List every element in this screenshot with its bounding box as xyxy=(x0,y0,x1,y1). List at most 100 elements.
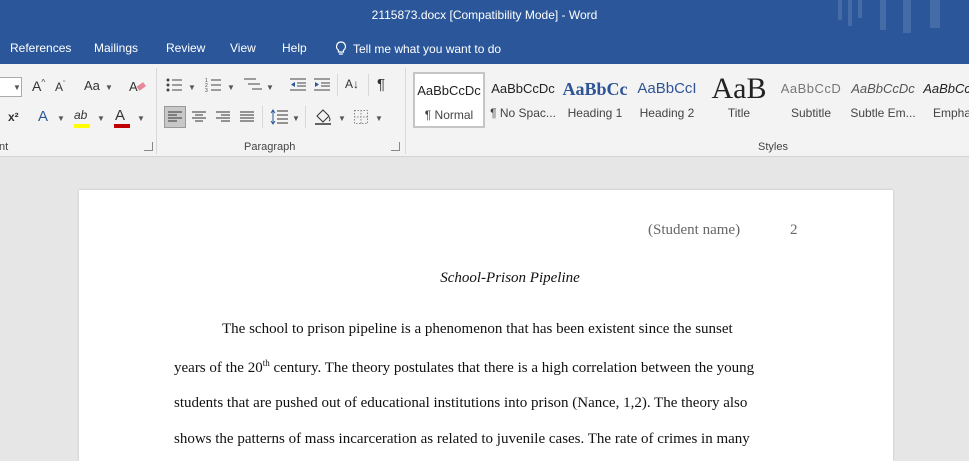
style-title[interactable]: AaB Title xyxy=(703,72,775,128)
tab-references[interactable]: References xyxy=(10,41,71,55)
chevron-down-icon: ▼ xyxy=(137,114,145,123)
svg-text:3: 3 xyxy=(205,88,208,92)
align-left-button[interactable] xyxy=(164,106,186,128)
tab-help[interactable]: Help xyxy=(282,41,307,55)
multilevel-list-icon[interactable] xyxy=(244,77,262,92)
font-group-label: nt xyxy=(0,141,9,153)
document-page[interactable]: (Student name) 2 School-Prison Pipeline … xyxy=(79,190,893,461)
align-left-icon xyxy=(168,111,182,122)
tab-review[interactable]: Review xyxy=(166,41,205,55)
styles-gallery: AaBbCcDc ¶ Normal AaBbCcDc ¶ No Spac... … xyxy=(413,70,969,136)
font-size-box[interactable]: ▼ xyxy=(0,77,22,97)
style-emphasis[interactable]: AaBbCcDc Emphas xyxy=(919,72,969,128)
shading-icon[interactable] xyxy=(314,108,332,125)
change-case-button[interactable]: Aa xyxy=(84,78,100,93)
window-title: 2115873.docx [Compatibility Mode] - Word xyxy=(371,8,598,22)
tab-view[interactable]: View xyxy=(230,41,256,55)
divider xyxy=(337,74,338,96)
paragraph-group-label: Paragraph xyxy=(244,141,296,153)
style-preview: AaBbCcDc xyxy=(491,81,555,96)
chevron-down-icon: ▼ xyxy=(105,83,113,92)
justify-icon[interactable] xyxy=(240,111,254,123)
style-name: ¶ Normal xyxy=(424,108,474,122)
clear-formatting-icon[interactable]: A xyxy=(129,78,147,94)
font-color-button[interactable]: A xyxy=(115,107,125,124)
decoration xyxy=(858,0,862,18)
style-subtle-emphasis[interactable]: AaBbCcDc Subtle Em... xyxy=(847,72,919,128)
chevron-down-icon: ▼ xyxy=(292,114,300,123)
align-right-icon[interactable] xyxy=(216,111,230,123)
tell-me-search[interactable]: Tell me what you want to do xyxy=(335,41,501,56)
document-title: School-Prison Pipeline xyxy=(440,270,580,286)
svg-text:A: A xyxy=(129,79,138,94)
tell-me-text: Tell me what you want to do xyxy=(353,42,502,56)
chevron-down-icon: ▼ xyxy=(13,83,21,92)
text-run: years of the 20 xyxy=(174,360,263,376)
paragraph-line: students that are pushed out of educatio… xyxy=(174,395,748,411)
decoration xyxy=(930,0,940,28)
tab-mailings[interactable]: Mailings xyxy=(94,41,138,55)
increase-indent-icon[interactable] xyxy=(314,78,330,91)
style-name: Title xyxy=(727,106,751,120)
decoration xyxy=(903,0,911,33)
highlight-button[interactable]: ab xyxy=(74,108,87,122)
header-student-name: (Student name) xyxy=(648,222,741,238)
show-formatting-button[interactable]: ¶ xyxy=(377,76,385,93)
superscript-button[interactable]: x² xyxy=(8,110,19,124)
line-spacing-icon[interactable] xyxy=(270,109,288,125)
font-dialog-launcher-icon[interactable] xyxy=(144,142,153,151)
style-preview: AaBbCcDc xyxy=(923,81,969,96)
ribbon-tabs: References Mailings Review View Help Tel… xyxy=(0,33,969,64)
chevron-down-icon: ▼ xyxy=(57,114,65,123)
divider xyxy=(368,74,369,96)
style-name: ¶ No Spac... xyxy=(490,106,556,120)
style-preview: AaBbCcDc xyxy=(417,83,481,98)
text-effects-button[interactable]: A xyxy=(38,108,48,125)
caret-up-icon: ^ xyxy=(41,78,46,87)
caret-down-icon: ˇ xyxy=(63,81,66,88)
shrink-font-button[interactable]: Aˇ xyxy=(55,80,65,94)
header-page-number: 2 xyxy=(790,222,798,238)
paragraph-line: The school to prison pipeline is a pheno… xyxy=(222,321,733,337)
borders-icon[interactable] xyxy=(354,110,368,124)
style-name: Subtitle xyxy=(790,106,832,120)
decoration xyxy=(838,0,842,20)
grow-font-button[interactable]: A^ xyxy=(32,78,45,94)
sort-button[interactable]: A↓ xyxy=(345,77,359,91)
paragraph-line: shows the patterns of mass incarceration… xyxy=(174,431,750,447)
style-name: Emphas xyxy=(932,106,969,120)
text-run: century. The theory postulates that ther… xyxy=(269,360,755,376)
chevron-down-icon: ▼ xyxy=(375,114,383,123)
style-preview: AaBbCc xyxy=(562,79,628,99)
divider xyxy=(156,68,157,154)
style-heading-2[interactable]: AaBbCcI Heading 2 xyxy=(631,72,703,128)
decoration xyxy=(880,0,886,30)
divider xyxy=(305,106,306,128)
style-preview: AaBbCcI xyxy=(637,80,697,97)
style-preview: AaBbCcDc xyxy=(851,81,915,96)
style-heading-1[interactable]: AaBbCc Heading 1 xyxy=(559,72,631,128)
font-color-bar xyxy=(114,124,130,128)
decoration xyxy=(848,0,852,26)
chevron-down-icon: ▼ xyxy=(188,83,196,92)
title-bar: 2115873.docx [Compatibility Mode] - Word xyxy=(0,0,969,33)
divider xyxy=(405,68,406,154)
numbering-icon[interactable]: 1 2 3 xyxy=(205,77,221,92)
style-preview: AaB xyxy=(711,72,767,105)
bullets-icon[interactable] xyxy=(166,78,182,92)
chevron-down-icon: ▼ xyxy=(227,83,235,92)
decrease-indent-icon[interactable] xyxy=(290,78,306,91)
style-subtitle[interactable]: AaBbCcD Subtitle xyxy=(775,72,847,128)
chevron-down-icon: ▼ xyxy=(97,114,105,123)
chevron-down-icon: ▼ xyxy=(266,83,274,92)
style-name: Heading 1 xyxy=(567,106,623,120)
superscript-text: th xyxy=(262,358,270,368)
style-no-spacing[interactable]: AaBbCcDc ¶ No Spac... xyxy=(487,72,559,128)
lightbulb-icon xyxy=(335,41,347,55)
paragraph-dialog-launcher-icon[interactable] xyxy=(391,142,400,151)
style-normal[interactable]: AaBbCcDc ¶ Normal xyxy=(413,72,485,128)
style-name: Subtle Em... xyxy=(850,106,916,120)
chevron-down-icon: ▼ xyxy=(338,114,346,123)
paragraph-line: years of the 20th century. The theory po… xyxy=(174,358,754,377)
align-center-icon[interactable] xyxy=(192,111,206,123)
